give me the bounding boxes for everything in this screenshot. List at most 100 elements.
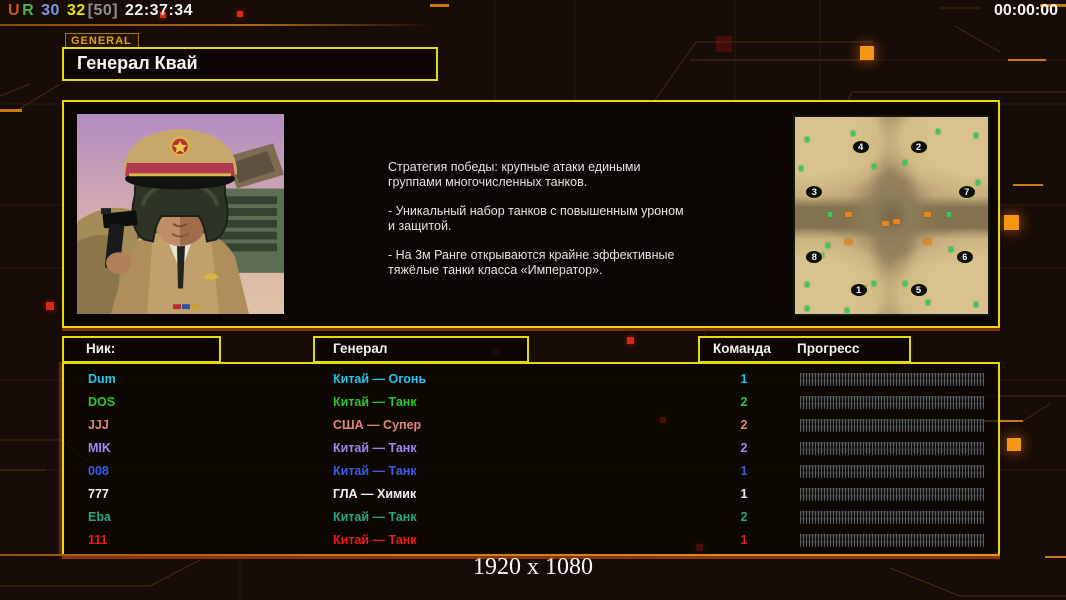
player-team: 1: [740, 372, 748, 386]
minimap-supply-marker: [924, 239, 932, 245]
minimap-resource-marker: [827, 211, 832, 217]
hud-segment: 22:37:34: [125, 2, 194, 19]
player-nick: 111: [88, 533, 108, 547]
minimap-resource-marker: [949, 247, 954, 253]
minimap-spawn-4: 4: [851, 139, 870, 154]
player-row: Eba Китай — Танк 2: [64, 506, 998, 529]
decor-orange-dash: [1013, 184, 1043, 186]
player-team: 2: [740, 418, 748, 432]
hud-segment: R: [22, 2, 40, 19]
hud-segment: U: [8, 2, 21, 19]
player-row: DOS Китай — Танк 2: [64, 391, 998, 414]
decor-red-square: [627, 337, 634, 344]
minimap-supply-marker: [845, 211, 853, 217]
match-timer: 00:00:00: [993, 2, 1058, 19]
player-row: 008 Китай — Танк 1: [64, 460, 998, 483]
hud-segment: 30: [41, 2, 65, 19]
minimap-supply-marker: [924, 211, 932, 217]
general-info-panel: Стратегия победы: крупные атаки едиными …: [62, 100, 1000, 328]
header-team-progress-box: Команда Прогресс: [698, 336, 911, 363]
player-nick: 777: [88, 487, 109, 501]
player-progress-bar: [800, 534, 984, 547]
player-nick: Eba: [88, 510, 111, 524]
resolution-label: 1920 x 1080: [473, 554, 593, 580]
minimap-spawn-6: 6: [955, 249, 974, 264]
general-portrait-art: [77, 114, 284, 314]
description-paragraph: - На 3м Ранге открываются крайне эффекти…: [388, 248, 675, 277]
decor-orange-square: [1004, 215, 1019, 230]
description-paragraph: Стратегия победы: крупные атаки едиными …: [388, 160, 641, 189]
general-portrait: [76, 113, 285, 315]
player-row: JJJ США — Супер 2: [64, 414, 998, 437]
minimap-resource-marker: [935, 128, 940, 134]
player-nick: MIK: [88, 441, 111, 455]
player-row: 111 Китай — Танк 1: [64, 529, 998, 552]
minimap-resource-marker: [872, 280, 877, 286]
player-progress-bar: [800, 488, 984, 501]
player-general: США — Супер: [333, 418, 422, 432]
decor-orange-dash: [1008, 59, 1046, 61]
minimap-supply-marker: [893, 219, 901, 225]
players-table: Dum Китай — Огонь 1 DOS Китай — Танк 2 JJJ США …: [62, 362, 1000, 556]
player-general: Китай — Танк: [333, 464, 417, 478]
minimap-resource-marker: [850, 130, 855, 136]
player-team: 1: [740, 533, 748, 547]
minimap-resource-marker: [804, 282, 809, 288]
player-progress-bar: [800, 442, 984, 455]
player-team: 2: [740, 510, 748, 524]
header-progress: Прогресс: [797, 341, 860, 356]
header-nick-box: Ник:: [62, 336, 221, 363]
minimap-resource-marker: [825, 243, 830, 249]
decor-orange-dash: [430, 4, 449, 7]
player-row: MIK Китай — Танк 2: [64, 437, 998, 460]
decor-orange-square: [1007, 438, 1021, 451]
header-general: Генерал: [333, 341, 388, 356]
player-nick: DOS: [88, 395, 116, 409]
minimap-resource-marker: [947, 211, 952, 217]
player-team: 2: [740, 441, 748, 455]
player-nick: Dum: [88, 372, 116, 386]
header-team: Команда: [713, 341, 771, 356]
player-team: 1: [740, 487, 748, 501]
minimap-resource-marker: [798, 166, 803, 172]
minimap-resource-marker: [872, 164, 877, 170]
minimap-resource-marker: [903, 280, 908, 286]
header-general-box: Генерал: [313, 336, 529, 363]
player-progress-bar: [800, 396, 984, 409]
minimap-resource-marker: [804, 136, 809, 142]
decor-red-square: [237, 11, 243, 17]
minimap-resource-marker: [974, 302, 979, 308]
player-progress-bar: [800, 511, 984, 524]
minimap: 4 2 3 7 8 6 1 5: [793, 115, 990, 316]
header-nick: Ник:: [86, 341, 116, 356]
player-team: 2: [740, 395, 748, 409]
minimap-spawn-7: 7: [957, 184, 976, 199]
player-progress-bar: [800, 465, 984, 478]
minimap-resource-marker: [926, 300, 931, 306]
player-row: 777 ГЛА — Химик 1: [64, 483, 998, 506]
player-team: 1: [740, 464, 748, 478]
minimap-resource-marker: [804, 306, 809, 312]
decor-orange-square: [860, 46, 874, 60]
player-stats-readout: UR 30 32 [50] 22:37:34: [8, 2, 195, 20]
minimap-supply-marker: [881, 221, 889, 227]
minimap-resource-marker: [903, 160, 908, 166]
player-general: Китай — Танк: [333, 510, 417, 524]
minimap-supply-marker: [845, 239, 853, 245]
hud-segment: [50]: [87, 2, 124, 19]
general-name-box: Генерал Квай: [62, 47, 438, 81]
hud-segment: 32: [66, 2, 86, 19]
loading-screen: UR 30 32 [50] 22:37:34 00:00:00 GENERAL Г…: [0, 0, 1066, 600]
player-general: Китай — Танк: [333, 441, 417, 455]
player-nick: JJJ: [88, 418, 109, 432]
hud-underline: [0, 24, 432, 26]
minimap-resource-marker: [974, 132, 979, 138]
player-progress-bar: [800, 373, 984, 386]
player-general: Китай — Танк: [333, 533, 417, 547]
minimap-spawn-3: 3: [805, 184, 824, 199]
player-nick: 008: [88, 464, 109, 478]
player-progress-bar: [800, 419, 984, 432]
minimap-spawn-1: 1: [849, 283, 868, 298]
player-row: Dum Китай — Огонь 1: [64, 368, 998, 391]
player-general: Китай — Огонь: [333, 372, 427, 386]
